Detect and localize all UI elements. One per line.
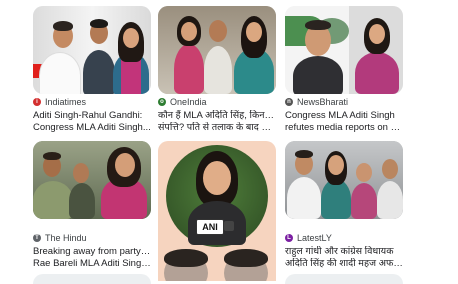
result-thumbnail-6[interactable] (285, 141, 403, 219)
result-source-4[interactable]: T The Hindu (33, 233, 87, 243)
result-title-4[interactable]: Breaking away from party line, Rae Barel… (33, 246, 151, 270)
result-title-2[interactable]: कौन हैं MLA अदिति सिंह, किननी है संपत्ति… (158, 110, 276, 134)
result-thumbnail-3[interactable] (285, 6, 403, 94)
result-title-3[interactable]: Congress MLA Aditi Singh refutes media r… (285, 110, 403, 134)
result-thumbnail-7[interactable] (33, 274, 151, 284)
latestly-icon: L (285, 234, 293, 242)
result-source-2[interactable]: o OneIndia (158, 97, 207, 107)
result-thumbnail-8[interactable] (285, 274, 403, 284)
result-thumbnail-2[interactable] (158, 6, 276, 94)
image-results-grid: i Indiatimes Aditi Singh-Rahul Gandhi: C… (0, 0, 458, 284)
result-thumbnail-4[interactable] (33, 141, 151, 219)
result-thumbnail-5[interactable]: ANI (158, 141, 276, 281)
result-source-3[interactable]: n NewsBharati (285, 97, 348, 107)
thehindu-icon: T (33, 234, 41, 242)
ani-logo: ANI (196, 219, 224, 235)
result-source-1[interactable]: i Indiatimes (33, 97, 86, 107)
result-thumbnail-1[interactable] (33, 6, 151, 94)
result-title-6[interactable]: राहुल गांधी और कांग्रेस विधायक अदिति सिं… (285, 246, 403, 270)
indiatimes-icon: i (33, 98, 41, 106)
result-source-6[interactable]: L LatestLY (285, 233, 332, 243)
result-title-1[interactable]: Aditi Singh-Rahul Gandhi: Congress MLA A… (33, 110, 151, 134)
oneindia-icon: o (158, 98, 166, 106)
newsbharati-icon: n (285, 98, 293, 106)
